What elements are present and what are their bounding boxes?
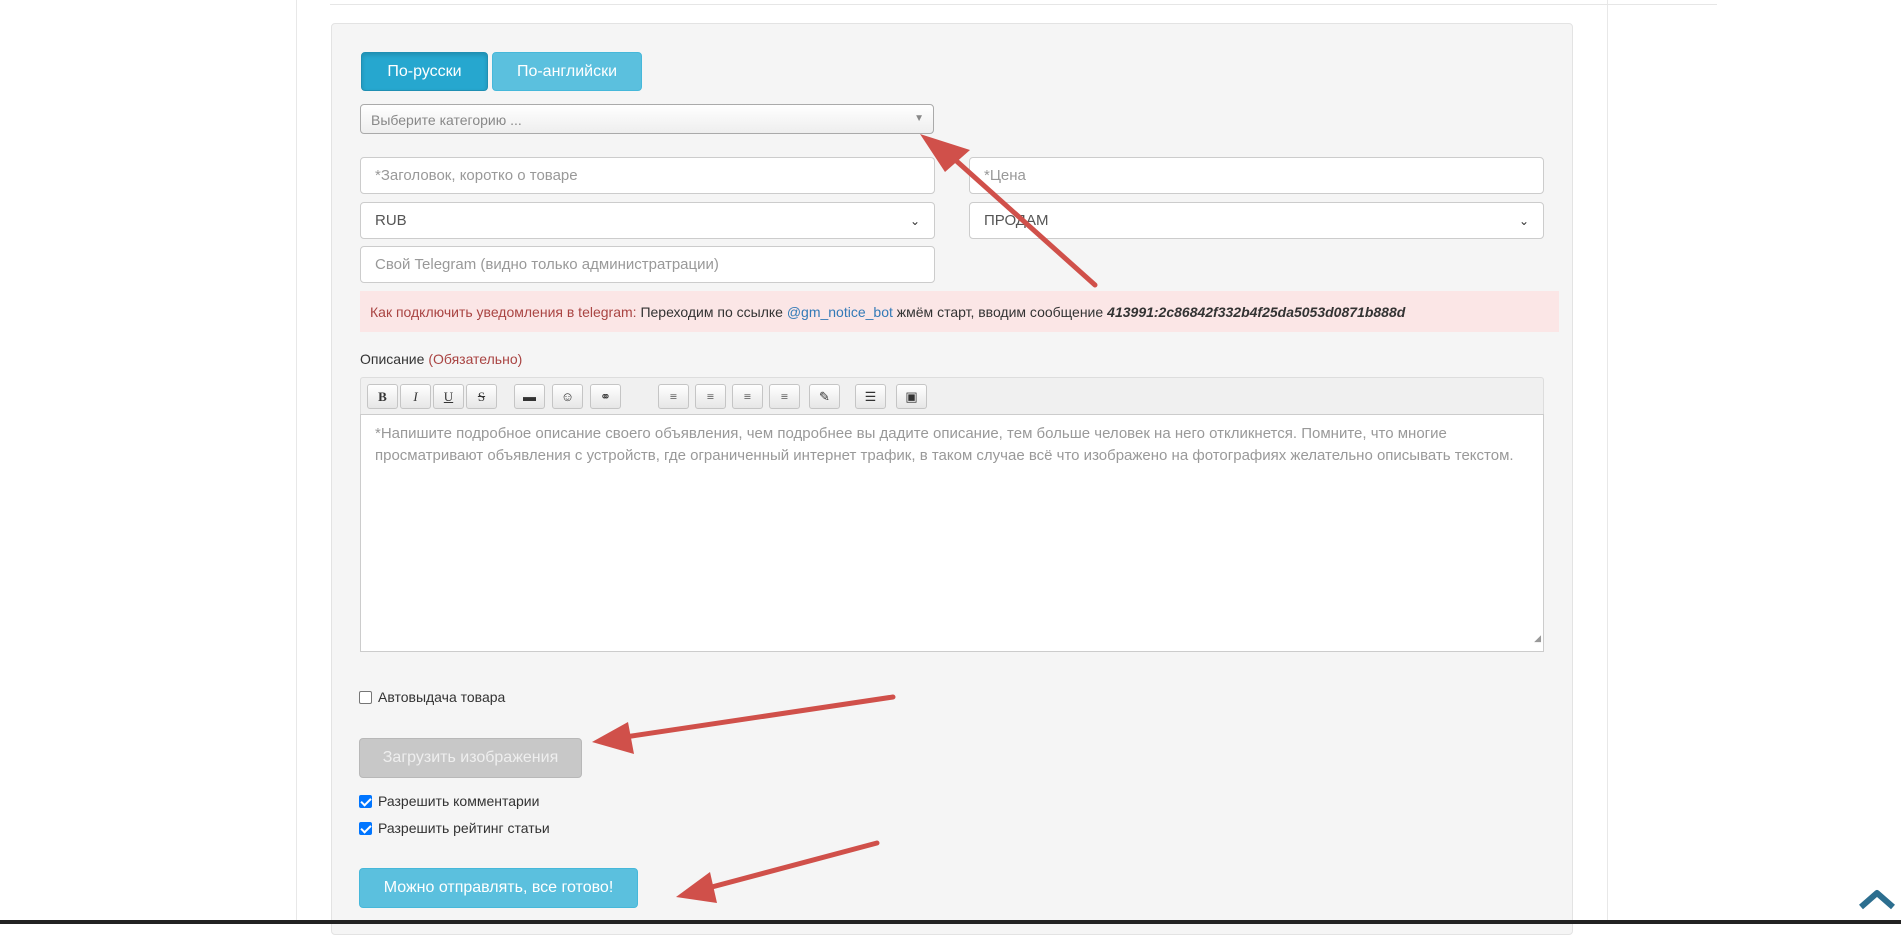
allow-rating-checkbox[interactable]: Разрешить рейтинг статьи [359, 820, 550, 836]
telegram-placeholder: Свой Telegram (видно только администратр… [375, 256, 719, 273]
deal-type-select[interactable]: ПРОДАМ ⌄ [969, 202, 1544, 239]
editor-toolbar: B I U S ▬ ☺ ⚭ ≡ ≡ ≡ ≡ ✎ ☰ ▣ [360, 377, 1544, 414]
description-editor[interactable]: *Напишите подробное описание своего объя… [360, 414, 1544, 652]
alert-label: Как подключить уведомления в telegram: [370, 303, 637, 320]
scroll-to-top-icon[interactable] [1858, 885, 1896, 915]
caret-down-icon: ▼ [914, 113, 924, 124]
alert-text-1: Переходим по ссылке [640, 303, 783, 320]
strikethrough-button[interactable]: S [466, 384, 497, 409]
emoji-icon[interactable]: ☺ [552, 384, 583, 409]
link-icon[interactable]: ⚭ [590, 384, 621, 409]
lang-tab-russian[interactable]: По-русски [361, 52, 488, 91]
upload-images-button[interactable]: Загрузить изображения [359, 738, 582, 778]
currency-value: RUB [375, 212, 407, 229]
price-input[interactable]: *Цена [969, 157, 1544, 194]
deal-type-value: ПРОДАМ [984, 212, 1049, 229]
save-icon[interactable]: ▣ [896, 384, 927, 409]
category-select[interactable]: Выберите категорию ... ▼ [360, 104, 934, 134]
alert-text-2: жмём старт, вводим сообщение [896, 303, 1104, 320]
top-divider [330, 4, 1717, 5]
resize-handle-icon[interactable]: ◢ [1534, 627, 1541, 649]
align-left-icon[interactable]: ≡ [658, 384, 689, 409]
chevron-down-icon: ⌄ [1518, 213, 1529, 228]
checkbox-checked-icon[interactable] [359, 821, 372, 835]
auto-delivery-checkbox[interactable]: Автовыдача товара [359, 689, 505, 705]
format-icon[interactable]: ☰ [855, 384, 886, 409]
align-center-icon[interactable]: ≡ [695, 384, 726, 409]
justify-icon[interactable]: ≡ [769, 384, 800, 409]
description-label-text: Описание [360, 351, 425, 367]
description-label: Описание (Обязательно) [360, 351, 522, 367]
lang-tab-english[interactable]: По-английски [492, 52, 642, 91]
currency-select[interactable]: RUB ⌄ [360, 202, 935, 239]
category-select-placeholder: Выберите категорию ... [371, 112, 522, 128]
title-input[interactable]: *Заголовок, коротко о товаре [360, 157, 935, 194]
price-placeholder: *Цена [984, 167, 1026, 184]
bold-button[interactable]: B [367, 384, 398, 409]
brush-icon[interactable]: ✎ [809, 384, 840, 409]
allow-rating-label: Разрешить рейтинг статьи [378, 820, 550, 836]
telegram-alert: Как подключить уведомления в telegram: П… [360, 291, 1559, 332]
submit-button[interactable]: Можно отправлять, все готово! [359, 868, 638, 908]
checkbox-checked-icon[interactable] [359, 794, 372, 808]
chevron-down-icon: ⌄ [909, 213, 920, 228]
alert-code: 413991:2c86842f332b4f25da5053d0871b888d [1107, 303, 1406, 320]
auto-delivery-label: Автовыдача товара [378, 689, 506, 705]
bottom-bar [0, 920, 1901, 924]
title-placeholder: *Заголовок, коротко о товаре [375, 167, 578, 184]
folder-icon[interactable]: ▬ [514, 384, 545, 409]
allow-comments-label: Разрешить комментарии [378, 793, 540, 809]
allow-comments-checkbox[interactable]: Разрешить комментарии [359, 793, 539, 809]
bot-link[interactable]: @gm_notice_bot [787, 304, 893, 320]
description-placeholder: *Напишите подробное описание своего объя… [375, 425, 1514, 464]
underline-button[interactable]: U [433, 384, 464, 409]
italic-button[interactable]: I [400, 384, 431, 409]
telegram-input[interactable]: Свой Telegram (видно только администратр… [360, 246, 935, 283]
checkbox-unchecked-icon[interactable] [359, 690, 372, 704]
description-required: (Обязательно) [428, 351, 523, 367]
align-right-icon[interactable]: ≡ [732, 384, 763, 409]
